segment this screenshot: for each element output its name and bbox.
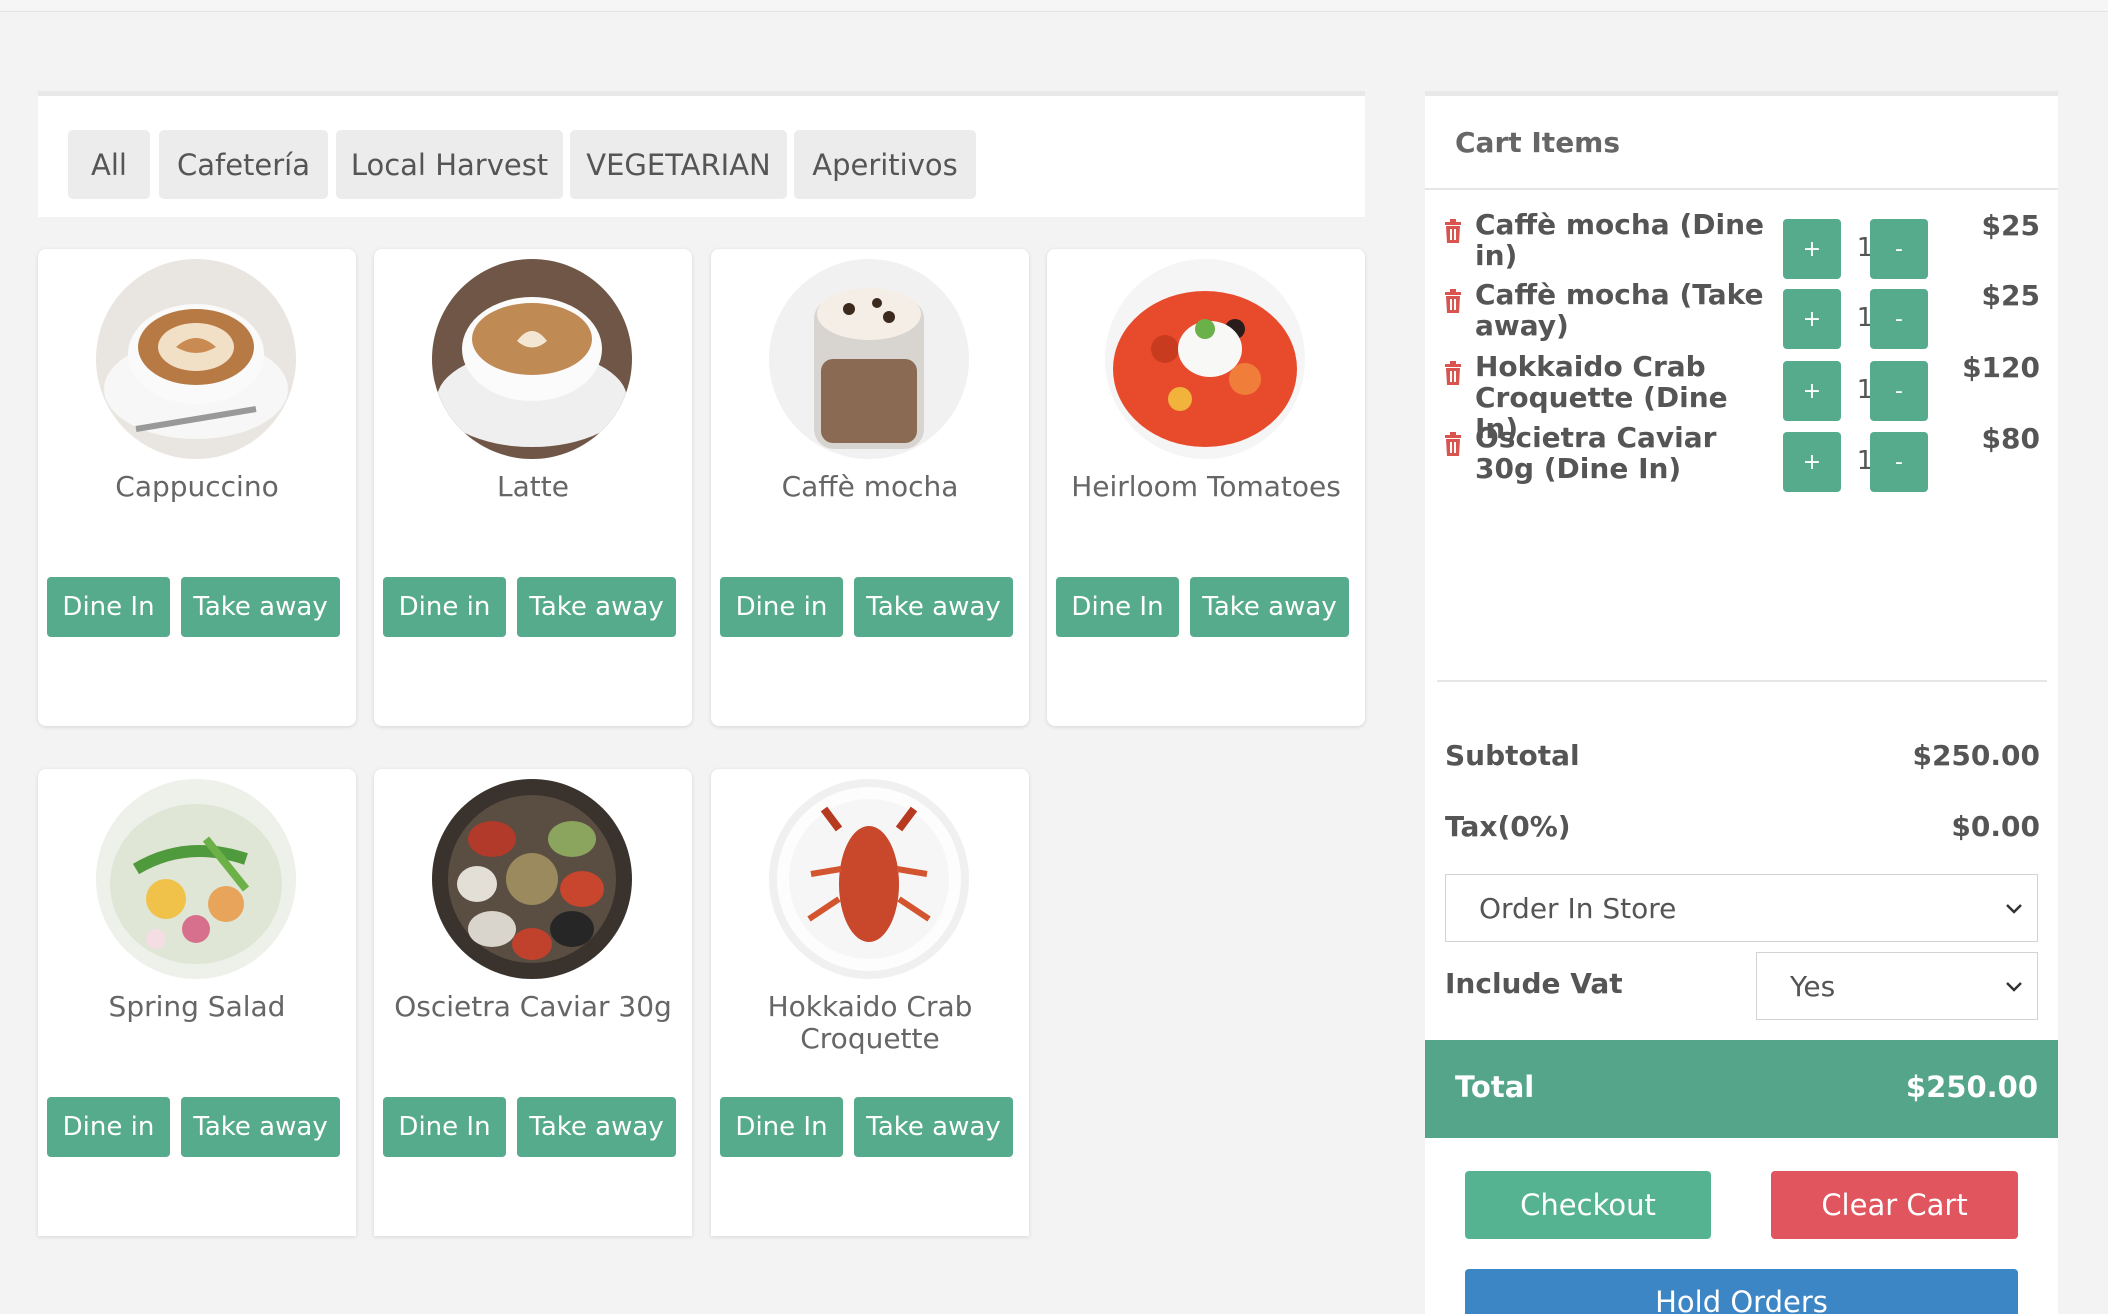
product-card-oscietra-caviar: Oscietra Caviar 30g Dine In Take away <box>374 769 692 1236</box>
cart-item-price: $25 <box>1981 279 2040 312</box>
dine-in-button[interactable]: Dine in <box>47 1097 170 1157</box>
increase-qty-button[interactable]: + <box>1783 432 1841 492</box>
take-away-button[interactable]: Take away <box>181 1097 340 1157</box>
divider <box>1425 188 2058 190</box>
hold-orders-button[interactable]: Hold Orders <box>1465 1269 2018 1314</box>
product-card-caffe-mocha: Caffè mocha Dine in Take away <box>711 249 1029 726</box>
product-card-cappuccino: Cappuccino Dine In Take away <box>38 249 356 726</box>
dine-in-button[interactable]: Dine in <box>720 577 843 637</box>
product-name: Latte <box>497 470 569 503</box>
product-name: Hokkaido Crab Croquette <box>767 990 973 1055</box>
product-name: Heirloom Tomatoes <box>1071 470 1341 503</box>
include-vat-value: Yes <box>1790 969 1836 1003</box>
product-name: Oscietra Caviar 30g <box>394 990 672 1023</box>
increase-qty-button[interactable]: + <box>1783 219 1841 279</box>
top-bar <box>0 0 2108 12</box>
take-away-button[interactable]: Take away <box>181 577 340 637</box>
total-label: Total <box>1455 1070 1535 1104</box>
category-tab-vegetarian[interactable]: VEGETARIAN <box>570 130 787 199</box>
dine-in-button[interactable]: Dine In <box>383 1097 506 1157</box>
product-card-spring-salad: Spring Salad Dine in Take away <box>38 769 356 1236</box>
category-tab-cafeteria[interactable]: Cafetería <box>159 130 328 199</box>
product-name: Spring Salad <box>108 990 286 1023</box>
include-vat-select[interactable]: Yes <box>1756 952 2038 1020</box>
decrease-qty-button[interactable]: - <box>1870 289 1928 349</box>
caffe-mocha-photo[interactable] <box>769 259 969 459</box>
category-tab-aperitivos[interactable]: Aperitivos <box>794 130 976 199</box>
order-type-value: Order In Store <box>1479 891 1677 925</box>
clear-cart-button[interactable]: Clear Cart <box>1771 1171 2018 1239</box>
take-away-button[interactable]: Take away <box>854 1097 1013 1157</box>
subtotal-label: Subtotal <box>1445 739 1580 772</box>
take-away-button[interactable]: Take away <box>517 1097 676 1157</box>
category-tab-local-harvest[interactable]: Local Harvest <box>336 130 563 199</box>
trash-icon[interactable] <box>1443 361 1463 385</box>
spring-salad-photo[interactable] <box>96 779 296 979</box>
trash-icon[interactable] <box>1443 432 1463 456</box>
category-tab-all[interactable]: All <box>68 130 150 199</box>
trash-icon[interactable] <box>1443 289 1463 313</box>
dine-in-button[interactable]: Dine in <box>383 577 506 637</box>
increase-qty-button[interactable]: + <box>1783 361 1841 421</box>
oscietra-caviar-photo[interactable] <box>432 779 632 979</box>
product-card-heirloom-tomatoes: Heirloom Tomatoes Dine In Take away <box>1047 249 1365 726</box>
cappuccino-photo[interactable] <box>96 259 296 459</box>
cart-item-price: $120 <box>1962 351 2040 384</box>
dine-in-button[interactable]: Dine In <box>720 1097 843 1157</box>
cart-title: Cart Items <box>1455 126 1621 159</box>
decrease-qty-button[interactable]: - <box>1870 219 1928 279</box>
category-bar: All Cafetería Local Harvest VEGETARIAN A… <box>38 91 1365 217</box>
product-card-crab-croquette: Hokkaido Crab Croquette Dine In Take awa… <box>711 769 1029 1236</box>
take-away-button[interactable]: Take away <box>1190 577 1349 637</box>
product-name: Cappuccino <box>115 470 279 503</box>
decrease-qty-button[interactable]: - <box>1870 361 1928 421</box>
dine-in-button[interactable]: Dine In <box>1056 577 1179 637</box>
latte-photo[interactable] <box>432 259 632 459</box>
cart-item-price: $25 <box>1981 209 2040 242</box>
divider <box>1437 680 2047 682</box>
cart-panel: Cart Items Caffè mocha (Dine in) + 1 - $… <box>1425 91 2058 1314</box>
include-vat-label: Include Vat <box>1445 967 1623 1000</box>
tax-label: Tax(0%) <box>1445 810 1571 843</box>
take-away-button[interactable]: Take away <box>854 577 1013 637</box>
chevron-down-icon <box>2006 982 2022 992</box>
increase-qty-button[interactable]: + <box>1783 289 1841 349</box>
crab-croquette-photo[interactable] <box>769 779 969 979</box>
cart-item-name: Caffè mocha (Take away) <box>1475 278 1764 342</box>
subtotal-value: $250.00 <box>1912 739 2040 772</box>
total-bar: Total $250.00 <box>1425 1040 2058 1138</box>
take-away-button[interactable]: Take away <box>517 577 676 637</box>
total-value: $250.00 <box>1905 1070 2038 1104</box>
cart-item-name: Oscietra Caviar 30g (Dine In) <box>1475 421 1717 485</box>
heirloom-tomatoes-photo[interactable] <box>1105 259 1305 459</box>
cart-item-price: $80 <box>1981 422 2040 455</box>
dine-in-button[interactable]: Dine In <box>47 577 170 637</box>
product-name: Caffè mocha <box>781 470 959 503</box>
trash-icon[interactable] <box>1443 219 1463 243</box>
product-card-latte: Latte Dine in Take away <box>374 249 692 726</box>
checkout-button[interactable]: Checkout <box>1465 1171 1711 1239</box>
chevron-down-icon <box>2006 904 2022 914</box>
order-type-select[interactable]: Order In Store <box>1445 874 2038 942</box>
decrease-qty-button[interactable]: - <box>1870 432 1928 492</box>
tax-value: $0.00 <box>1951 810 2040 843</box>
cart-item-name: Caffè mocha (Dine in) <box>1475 208 1765 272</box>
